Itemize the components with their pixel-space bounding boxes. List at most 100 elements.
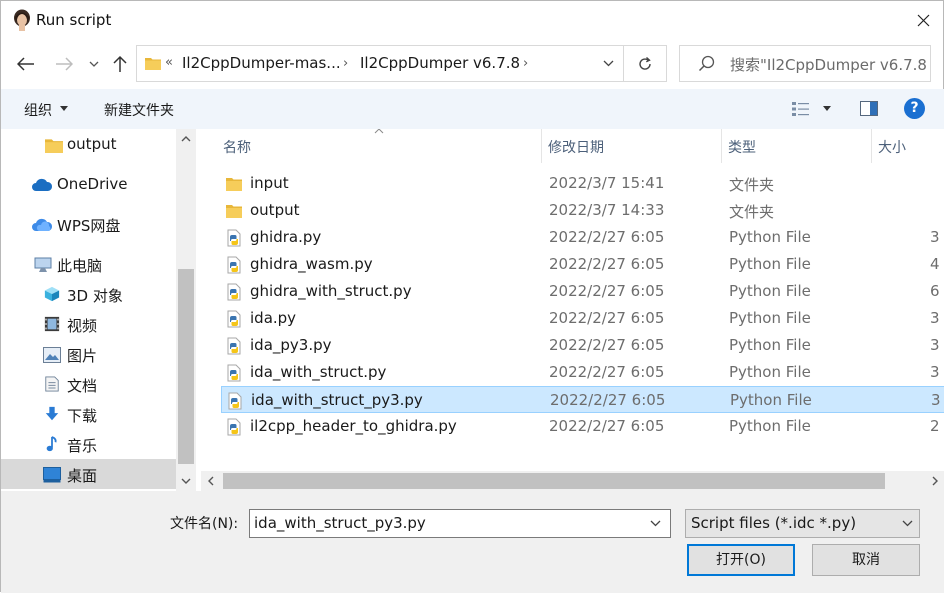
chevron-down-icon <box>902 520 913 527</box>
refresh-button[interactable] <box>624 45 667 82</box>
file-date: 2022/2/27 6:05 <box>549 336 665 354</box>
recent-locations-button[interactable] <box>85 53 103 75</box>
breadcrumb-item[interactable]: Il2CppDumper-mas... <box>182 54 341 72</box>
file-size: 3 <box>930 228 940 246</box>
file-row[interactable]: ghidra_wasm.py 2022/2/27 6:05 Python File 4 <box>221 251 944 278</box>
sidebar-item-label: 此电脑 <box>57 257 103 275</box>
arrow-right-icon <box>56 57 73 71</box>
chevron-down-icon[interactable] <box>650 520 661 527</box>
sidebar-item-label: OneDrive <box>57 175 128 193</box>
python-file-icon <box>227 310 241 328</box>
file-name: ghidra.py <box>250 228 322 246</box>
file-list: 名称 修改日期 类型 大小 input 2022/3/7 15:41 文件夹 outp… <box>201 129 944 491</box>
file-row[interactable]: ida_with_struct_py3.py 2022/2/27 6:05 Pyth… <box>221 386 944 413</box>
window-title: Run script <box>36 11 112 29</box>
python-file-icon <box>227 418 241 436</box>
sidebar-item-desktop[interactable]: 桌面 <box>1 459 176 489</box>
sidebar-item-label: output <box>67 135 117 153</box>
file-row[interactable]: ida.py 2022/2/27 6:05 Python File 3 <box>221 305 944 332</box>
file-row[interactable]: ida_py3.py 2022/2/27 6:05 Python File 3 <box>221 332 944 359</box>
file-type: Python File <box>730 391 812 409</box>
view-options-icon[interactable] <box>791 101 811 117</box>
file-date: 2022/3/7 14:33 <box>549 201 665 219</box>
scrollbar-thumb[interactable] <box>223 473 885 489</box>
documents-icon <box>45 376 59 392</box>
file-date: 2022/2/27 6:05 <box>549 309 665 327</box>
file-row[interactable]: ida_with_struct.py 2022/2/27 6:05 Python F… <box>221 359 944 386</box>
arrow-left-icon <box>17 57 34 71</box>
folder-icon <box>45 139 63 153</box>
sidebar-item-documents[interactable]: 文档 <box>1 369 176 399</box>
breadcrumb-item[interactable]: Il2CppDumper v6.7.8 <box>360 54 520 72</box>
navigation-pane: output OneDrive WPS网盘 此电脑 3D 对象 视频 图片 文档… <box>1 129 196 491</box>
file-size: 3 <box>931 391 941 409</box>
chevron-down-icon <box>181 478 191 484</box>
scrollbar-thumb[interactable] <box>178 269 194 464</box>
sidebar-item-pictures[interactable]: 图片 <box>1 339 176 369</box>
filename-input[interactable]: ida_with_struct_py3.py <box>249 509 671 538</box>
address-history-dropdown[interactable] <box>593 46 623 81</box>
back-button[interactable] <box>15 53 37 75</box>
cloud-icon <box>32 178 53 191</box>
column-header-size[interactable]: 大小 <box>872 129 944 163</box>
file-name: output <box>250 201 300 219</box>
breadcrumb-overflow[interactable]: « <box>165 55 173 70</box>
music-icon <box>46 436 57 452</box>
preview-pane-icon[interactable] <box>860 101 878 116</box>
file-row[interactable]: ghidra.py 2022/2/27 6:05 Python File 3 <box>221 224 944 251</box>
scroll-left-button[interactable] <box>201 471 221 491</box>
sidebar-item-videos[interactable]: 视频 <box>1 309 176 339</box>
close-button[interactable] <box>901 1 944 39</box>
sort-ascending-icon <box>374 129 384 134</box>
sidebar-item-downloads[interactable]: 下载 <box>1 399 176 429</box>
sidebar-item-music[interactable]: 音乐 <box>1 429 176 459</box>
breadcrumb-separator[interactable]: › <box>523 56 528 71</box>
sidebar-scrollbar[interactable] <box>176 129 196 491</box>
address-bar[interactable]: « Il2CppDumper-mas... › Il2CppDumper v6.… <box>136 45 624 82</box>
python-file-icon <box>227 337 241 355</box>
sidebar-item-wps[interactable]: WPS网盘 <box>1 209 176 239</box>
sidebar-item-this-pc[interactable]: 此电脑 <box>1 249 176 279</box>
filename-value[interactable]: ida_with_struct_py3.py <box>254 514 426 532</box>
navigation-row: « Il2CppDumper-mas... › Il2CppDumper v6.… <box>1 39 944 89</box>
file-type-select[interactable]: Script files (*.idc *.py) <box>685 509 920 538</box>
file-row[interactable]: input 2022/3/7 15:41 文件夹 <box>221 170 944 197</box>
forward-button[interactable] <box>53 53 75 75</box>
file-type: Python File <box>729 255 811 273</box>
up-button[interactable] <box>109 53 131 75</box>
organize-button[interactable]: 组织 <box>24 100 52 120</box>
search-box[interactable]: 搜索"Il2CppDumper v6.7.8" <box>679 45 931 82</box>
cancel-button[interactable]: 取消 <box>812 544 920 576</box>
file-row[interactable]: il2cpp_header_to_ghidra.py 2022/2/27 6:05… <box>221 413 944 440</box>
sidebar-item-output[interactable]: output <box>1 129 176 159</box>
sidebar-item-onedrive[interactable]: OneDrive <box>1 169 176 199</box>
column-header-date[interactable]: 修改日期 <box>542 129 720 163</box>
search-input[interactable]: 搜索"Il2CppDumper v6.7.8" <box>730 54 928 75</box>
scroll-right-button[interactable] <box>925 471 944 491</box>
column-header-type[interactable]: 类型 <box>722 129 871 163</box>
help-button[interactable]: ? <box>904 98 925 119</box>
chevron-right-icon <box>932 476 938 486</box>
caret-down-icon[interactable] <box>823 106 831 111</box>
close-icon <box>917 14 929 26</box>
column-label: 类型 <box>728 140 756 156</box>
app-avatar-icon <box>14 9 30 31</box>
column-header-name[interactable]: 名称 <box>201 129 541 163</box>
refresh-icon <box>639 56 651 70</box>
file-row[interactable]: output 2022/3/7 14:33 文件夹 <box>221 197 944 224</box>
file-list-horizontal-scrollbar[interactable] <box>201 471 944 491</box>
column-label: 修改日期 <box>548 140 604 156</box>
desktop-icon <box>43 467 61 483</box>
file-type: Python File <box>729 309 811 327</box>
new-folder-button[interactable]: 新建文件夹 <box>104 100 174 120</box>
breadcrumb-separator[interactable]: › <box>343 56 348 71</box>
scroll-up-button[interactable] <box>176 129 196 149</box>
sidebar-item-label: 音乐 <box>67 437 98 455</box>
sidebar-item-3d-objects[interactable]: 3D 对象 <box>1 279 176 309</box>
open-button[interactable]: 打开(O) <box>687 544 795 576</box>
file-date: 2022/3/7 15:41 <box>549 174 665 192</box>
scroll-down-button[interactable] <box>176 471 196 491</box>
file-type-value: Script files (*.idc *.py) <box>691 514 857 532</box>
caret-down-icon <box>60 106 68 111</box>
file-row[interactable]: ghidra_with_struct.py 2022/2/27 6:05 Pytho… <box>221 278 944 305</box>
